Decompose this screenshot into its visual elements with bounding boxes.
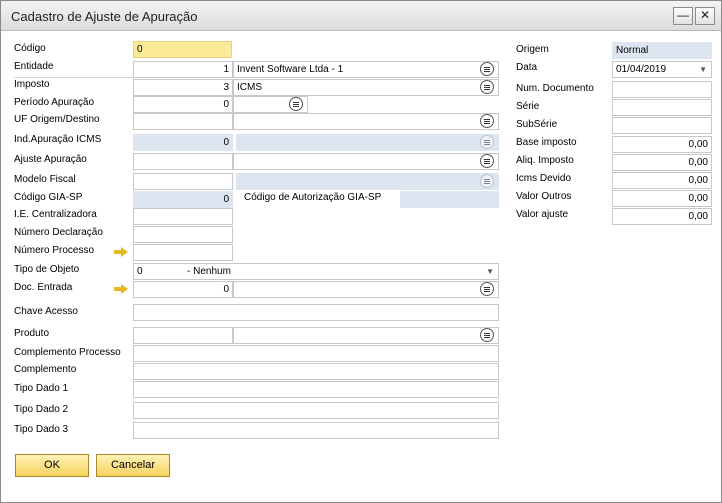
produto-desc-field[interactable]: [233, 327, 499, 344]
ind-apuracao-code-field: 0: [133, 134, 233, 151]
complemento-field[interactable]: [133, 363, 499, 380]
modelo-label: Modelo Fiscal: [14, 174, 76, 185]
ind-apuracao-desc-field: [236, 134, 499, 151]
ind-apuracao-label: Ind.Apuração ICMS: [14, 134, 102, 145]
link-arrow-icon[interactable]: [114, 284, 128, 294]
valor-ajuste-label: Valor ajuste: [516, 209, 569, 220]
minimize-icon[interactable]: —: [673, 7, 693, 25]
choose-from-list-icon[interactable]: [289, 97, 303, 111]
aliq-imposto-label: Aliq. Imposto: [516, 155, 574, 166]
choose-from-list-icon: [480, 174, 494, 188]
choose-from-list-icon[interactable]: [480, 80, 494, 94]
subserie-label: SubSérie: [516, 119, 558, 130]
base-imposto-field[interactable]: 0,00: [612, 136, 712, 153]
entidade-label: Entidade: [14, 61, 54, 72]
num-processo-label: Número Processo: [14, 245, 95, 256]
doc-entrada-code-field[interactable]: 0: [133, 281, 233, 298]
tipo-dado3-label: Tipo Dado 3: [14, 424, 69, 435]
subserie-field[interactable]: [612, 117, 712, 134]
tipo-objeto-value: 0: [137, 266, 143, 277]
data-label: Data: [516, 62, 538, 73]
codigo-label: Código: [14, 43, 46, 54]
chevron-down-icon: ▼: [486, 267, 494, 276]
imposto-desc-field[interactable]: ICMS: [233, 79, 499, 96]
valor-ajuste-field[interactable]: 0,00: [612, 208, 712, 225]
imposto-label: Imposto: [14, 79, 50, 90]
base-imposto-label: Base imposto: [516, 137, 577, 148]
choose-from-list-icon[interactable]: [480, 282, 494, 296]
complemento-label: Complemento: [14, 364, 77, 375]
num-processo-field[interactable]: [133, 244, 233, 261]
origem-label: Origem: [516, 44, 549, 55]
choose-from-list-icon[interactable]: [480, 154, 494, 168]
ie-centralizadora-label: I.E. Centralizadora: [14, 209, 97, 220]
ajuste-code-field[interactable]: [133, 153, 233, 170]
chevron-down-icon: ▼: [699, 65, 707, 74]
num-documento-label: Num. Documento: [516, 83, 594, 94]
doc-entrada-label: Doc. Entrada: [14, 282, 73, 293]
ajuste-desc-field[interactable]: [233, 153, 499, 170]
tipo-objeto-select[interactable]: 0 - Nenhum ▼: [133, 263, 499, 280]
data-value: 01/04/2019: [616, 64, 667, 75]
tipo-objeto-desc: - Nenhum: [187, 266, 231, 277]
choose-from-list-icon: [480, 135, 494, 149]
link-arrow-icon[interactable]: [114, 247, 128, 257]
gia-sp-autorizacao-field: [400, 191, 499, 208]
codigo-field[interactable]: 0: [133, 41, 232, 58]
uf-label: UF Origem/Destino: [14, 114, 100, 125]
cancel-button[interactable]: Cancelar: [96, 454, 170, 477]
imposto-code-field[interactable]: 3: [133, 79, 233, 96]
uf-desc-field[interactable]: [233, 113, 499, 130]
gia-sp-field: 0: [133, 191, 233, 208]
modelo-desc-field: [236, 173, 499, 190]
tipo-objeto-label: Tipo de Objeto: [14, 264, 80, 275]
periodo-code-field[interactable]: 0: [133, 96, 233, 113]
entidade-desc-field[interactable]: Invent Software Ltda - 1: [233, 61, 499, 78]
num-documento-field[interactable]: [612, 81, 712, 98]
num-declaracao-field[interactable]: [133, 226, 233, 243]
valor-outros-field[interactable]: 0,00: [612, 190, 712, 207]
divider: [14, 77, 133, 78]
doc-entrada-desc-field[interactable]: [233, 281, 499, 298]
gia-sp-autorizacao-label: Código de Autorização GIA-SP: [244, 192, 382, 203]
valor-outros-label: Valor Outros: [516, 191, 572, 202]
origem-field: Normal: [612, 42, 712, 59]
choose-from-list-icon[interactable]: [480, 328, 494, 342]
gia-sp-label: Código GIA-SP: [14, 192, 83, 203]
entidade-code-field[interactable]: 1: [133, 61, 233, 78]
complemento-processo-label: Complemento Processo: [14, 347, 121, 358]
serie-field[interactable]: [612, 99, 712, 116]
tipo-dado3-field[interactable]: [133, 422, 499, 439]
num-declaracao-label: Número Declaração: [14, 227, 103, 238]
chave-acesso-label: Chave Acesso: [14, 306, 78, 317]
uf-code-field[interactable]: [133, 113, 233, 130]
choose-from-list-icon[interactable]: [480, 62, 494, 76]
modelo-code-field[interactable]: [133, 173, 233, 190]
icms-devido-label: Icms Devido: [516, 173, 572, 184]
ie-centralizadora-field[interactable]: [133, 208, 233, 225]
complemento-processo-field[interactable]: [133, 345, 499, 362]
icms-devido-field[interactable]: 0,00: [612, 172, 712, 189]
tipo-dado2-label: Tipo Dado 2: [14, 404, 69, 415]
ajuste-label: Ajuste Apuração: [14, 154, 87, 165]
serie-label: Série: [516, 101, 540, 112]
produto-label: Produto: [14, 328, 50, 339]
data-field[interactable]: 01/04/2019 ▼: [612, 61, 712, 78]
periodo-label: Período Apuração: [14, 97, 95, 108]
window-title: Cadastro de Ajuste de Apuração: [11, 9, 198, 24]
tipo-dado2-field[interactable]: [133, 402, 499, 419]
ok-button[interactable]: OK: [15, 454, 89, 477]
dialog-window: Cadastro de Ajuste de Apuração — ✕ Códig…: [0, 0, 722, 503]
close-icon[interactable]: ✕: [695, 7, 715, 25]
choose-from-list-icon[interactable]: [480, 114, 494, 128]
chave-acesso-field[interactable]: [133, 304, 499, 321]
title-bar: Cadastro de Ajuste de Apuração — ✕: [1, 1, 721, 31]
aliq-imposto-field[interactable]: 0,00: [612, 154, 712, 171]
tipo-dado1-label: Tipo Dado 1: [14, 383, 69, 394]
tipo-dado1-field[interactable]: [133, 381, 499, 398]
produto-code-field[interactable]: [133, 327, 233, 344]
